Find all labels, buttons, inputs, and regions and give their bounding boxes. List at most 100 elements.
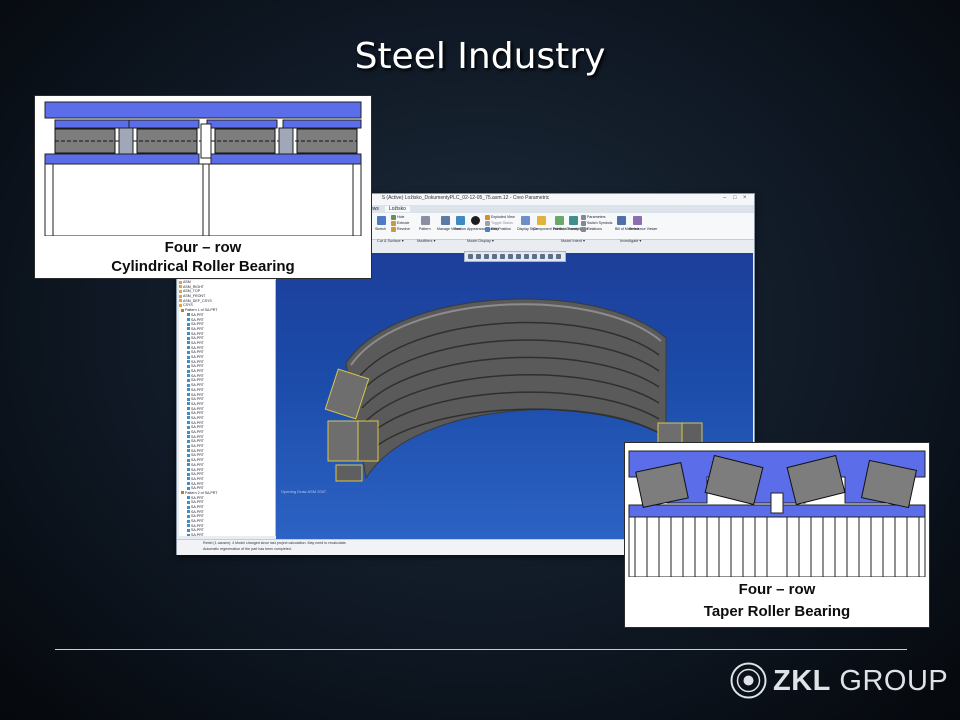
hole-icon[interactable]	[391, 215, 396, 220]
tree-item-label: SA.PRT	[191, 336, 204, 341]
ribbon-switch-symbols-label: Switch Symbols	[587, 221, 613, 225]
part-icon	[187, 510, 190, 514]
switch-symbols-icon[interactable]	[581, 221, 586, 226]
part-icon	[187, 327, 190, 331]
part-icon	[187, 425, 190, 429]
ribbon-sketch-label: Sketch	[375, 227, 386, 231]
part-icon	[187, 482, 190, 486]
appearance-gallery-icon[interactable]	[471, 216, 480, 225]
edit-position-icon[interactable]	[485, 227, 490, 232]
manage-views-icon[interactable]	[441, 216, 450, 225]
part-icon	[187, 393, 190, 397]
view-icon[interactable]	[500, 254, 505, 259]
spin-center-icon[interactable]	[548, 254, 553, 259]
family-table-icon[interactable]	[569, 216, 578, 225]
datum-display-icon[interactable]	[532, 254, 537, 259]
bill-of-materials-icon[interactable]	[617, 216, 626, 225]
taper-bearing-diagram	[625, 443, 929, 577]
part-icon	[187, 416, 190, 420]
repaint-icon[interactable]	[492, 254, 497, 259]
zkl-seal-icon	[730, 662, 767, 699]
minimize-icon[interactable]: –	[723, 195, 726, 201]
parameters-icon[interactable]	[581, 215, 586, 220]
tree-item[interactable]: SA.PRT	[179, 533, 275, 536]
tree-item-label: SA.PRT	[191, 434, 204, 439]
ribbon-reference-viewer-label: Reference Viewer	[629, 227, 658, 231]
part-icon	[187, 463, 190, 467]
revolve-icon[interactable]	[391, 227, 396, 232]
group-cut-surface[interactable]: Cut & Surface ▾	[377, 238, 404, 243]
tree-item-label: SA.PRT	[191, 340, 204, 345]
ribbon-pattern-label[interactable]: Pattern	[419, 227, 431, 231]
tree-item-label: SA.PRT	[191, 383, 204, 388]
part-icon	[187, 332, 190, 336]
zoom-out-icon[interactable]	[476, 254, 481, 259]
tree-item-label: SA.PRT	[191, 500, 204, 505]
reference-viewer-icon[interactable]	[633, 216, 642, 225]
tree-item-label: SA.PRT	[191, 533, 204, 536]
ribbon-hole-label: Hole	[397, 215, 405, 219]
part-icon	[187, 430, 190, 434]
tree-item-label: SA.PRT	[191, 476, 204, 481]
annotation-display-icon[interactable]	[540, 254, 545, 259]
tab-lozisko[interactable]: Ložisko	[385, 206, 410, 212]
sketch-icon[interactable]	[377, 216, 386, 225]
part-icon	[187, 322, 190, 326]
zoom-in-icon[interactable]	[468, 254, 473, 259]
taper-bearing-panel: Four – row Taper Roller Bearing	[624, 442, 930, 628]
tree-item-label: SA.PRT	[191, 392, 204, 397]
tree-item-label: SA.PRT	[191, 322, 204, 327]
part-icon	[187, 350, 190, 354]
part-icon	[187, 313, 190, 317]
part-icon	[187, 444, 190, 448]
ribbon-revolve-label: Revolve	[397, 227, 410, 231]
toggle-status-icon[interactable]	[485, 221, 490, 226]
logo-brand: ZKL	[773, 665, 831, 697]
footer-divider	[55, 649, 907, 650]
display-style-icon[interactable]	[521, 216, 530, 225]
view-manager-icon[interactable]	[556, 254, 561, 259]
close-icon[interactable]: ×	[743, 195, 747, 201]
pattern-icon[interactable]	[421, 216, 430, 225]
part-icon	[187, 411, 190, 415]
part-icon	[187, 435, 190, 439]
part-icon	[187, 496, 190, 500]
component-interface-icon[interactable]	[537, 216, 546, 225]
tree-item-label: SA.PRT	[191, 369, 204, 374]
tree-item-label: SA.PRT	[191, 514, 204, 519]
part-icon	[187, 528, 190, 532]
tree-item-label: SA.PRT	[191, 430, 204, 434]
group-modifiers[interactable]: Modifiers ▾	[417, 238, 435, 243]
part-icon	[187, 505, 190, 509]
part-icon	[187, 468, 190, 472]
group-model-intent[interactable]: Model Intent ▾	[561, 238, 585, 243]
relations-icon[interactable]	[581, 227, 586, 232]
tree-item-label: SA.PRT	[191, 401, 204, 406]
saved-views-icon[interactable]	[508, 254, 513, 259]
tree-item-label: SA.PRT	[191, 528, 204, 533]
tree-item-label: SA.PRT	[191, 523, 204, 528]
refit-icon[interactable]	[484, 254, 489, 259]
tree-item-label: SA.PRT	[191, 331, 204, 336]
tree-item-label: SA.PRT	[191, 519, 204, 524]
tree-item-label: SA.PRT	[191, 373, 204, 378]
part-icon	[187, 364, 190, 368]
ribbon-toggle-label: Toggle Status	[491, 221, 513, 225]
section-icon[interactable]	[456, 216, 465, 225]
maximize-icon[interactable]: □	[733, 195, 737, 201]
group-model-display[interactable]: Model Display ▾	[467, 238, 494, 243]
ribbon-exploded-label: Exploded View	[491, 215, 515, 219]
display-style-view-icon[interactable]	[516, 254, 521, 259]
part-icon	[187, 336, 190, 340]
perspective-icon[interactable]	[524, 254, 529, 259]
group-investigate[interactable]: Investigate ▾	[620, 238, 641, 243]
taper-caption-line2: Taper Roller Bearing	[703, 603, 851, 620]
tree-item-label: Pattern 2 of SA.PRT	[185, 490, 218, 495]
extrude-icon[interactable]	[391, 221, 396, 226]
publish-geometry-icon[interactable]	[555, 216, 564, 225]
exploded-view-icon[interactable]	[485, 215, 490, 220]
part-icon	[187, 388, 190, 392]
part-icon	[187, 519, 190, 523]
part-icon	[187, 439, 190, 443]
ribbon-relations-label: Relations	[587, 227, 602, 231]
